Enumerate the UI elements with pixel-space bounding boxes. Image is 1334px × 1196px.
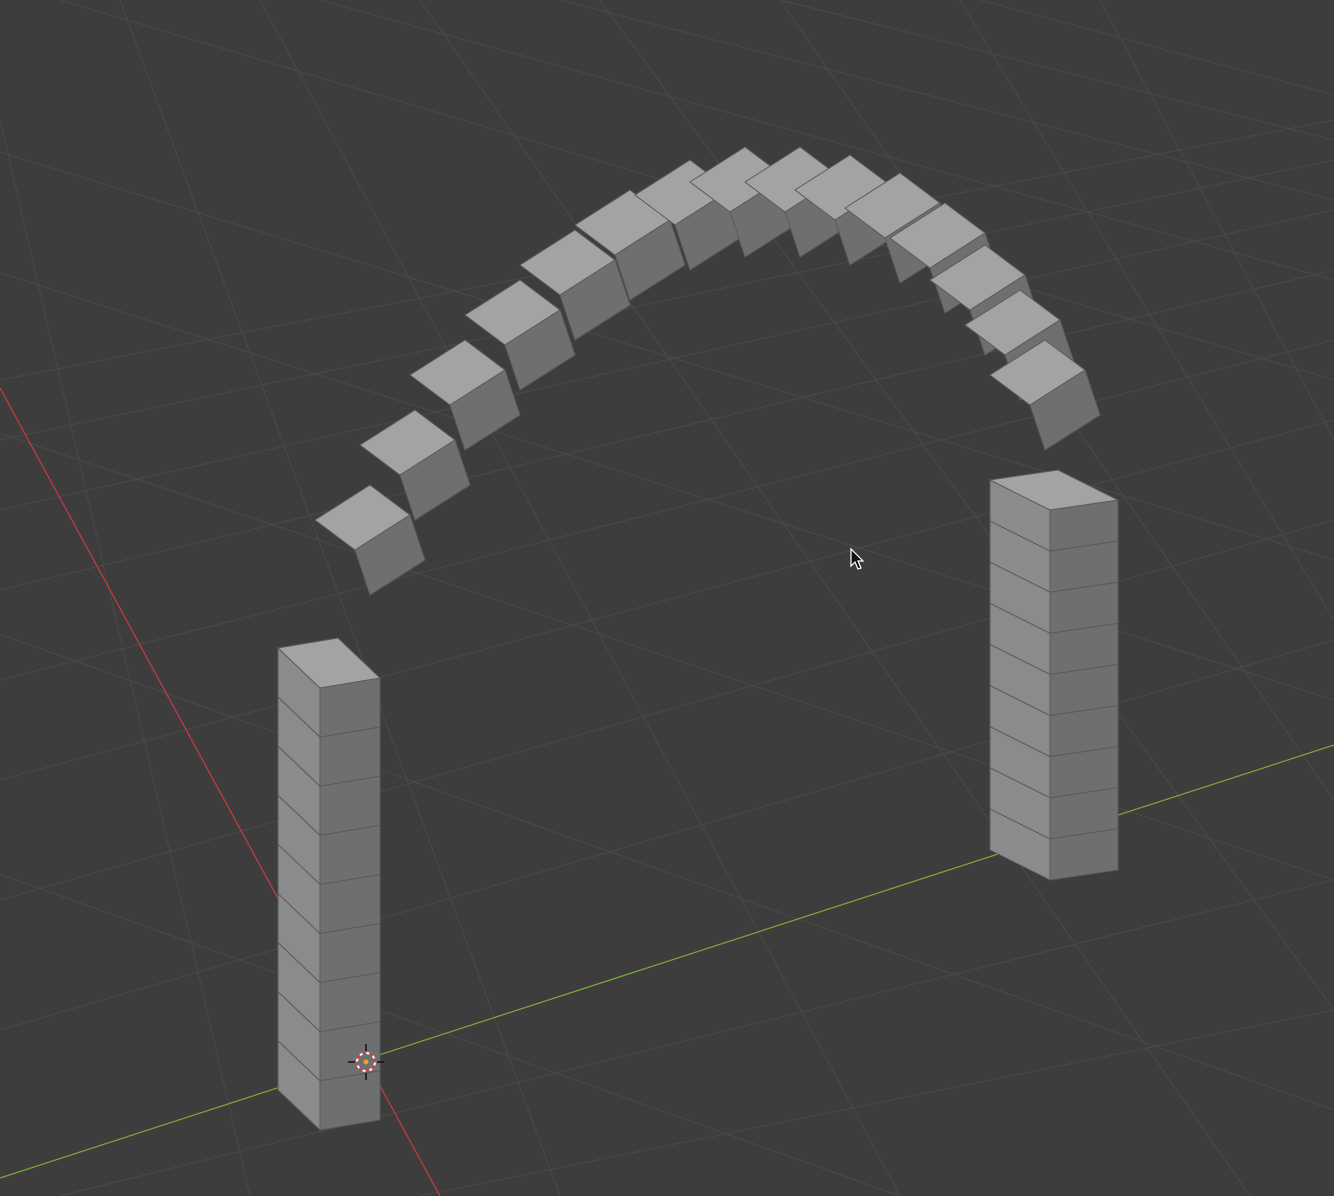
left-pillar[interactable] bbox=[276, 637, 382, 1132]
grid-line bbox=[0, 432, 1334, 881]
grid-line bbox=[0, 633, 1334, 1111]
grid-line bbox=[0, 269, 1334, 591]
grid-line bbox=[0, 419, 1334, 781]
grid-line bbox=[0, 339, 1334, 681]
grid-line bbox=[599, 0, 1334, 1011]
grid-line bbox=[0, 873, 901, 1196]
pillar-block-side bbox=[319, 1070, 381, 1131]
grid-line bbox=[1099, 0, 1334, 441]
grid-line bbox=[59, 879, 1334, 1196]
mouse-pointer-icon bbox=[850, 547, 865, 570]
right-pillar[interactable] bbox=[988, 469, 1120, 881]
grid-line bbox=[0, 639, 1334, 1031]
grid-line bbox=[0, 272, 1334, 701]
3d-viewport[interactable] bbox=[0, 0, 1334, 1196]
arch-blocks[interactable] bbox=[314, 146, 1101, 596]
grid-line bbox=[0, 519, 1334, 901]
grid-line bbox=[419, 1009, 1334, 1196]
grid-line bbox=[0, 119, 251, 1196]
viewport-scene[interactable] bbox=[0, 0, 1334, 1196]
grid-line bbox=[979, 0, 1334, 96]
